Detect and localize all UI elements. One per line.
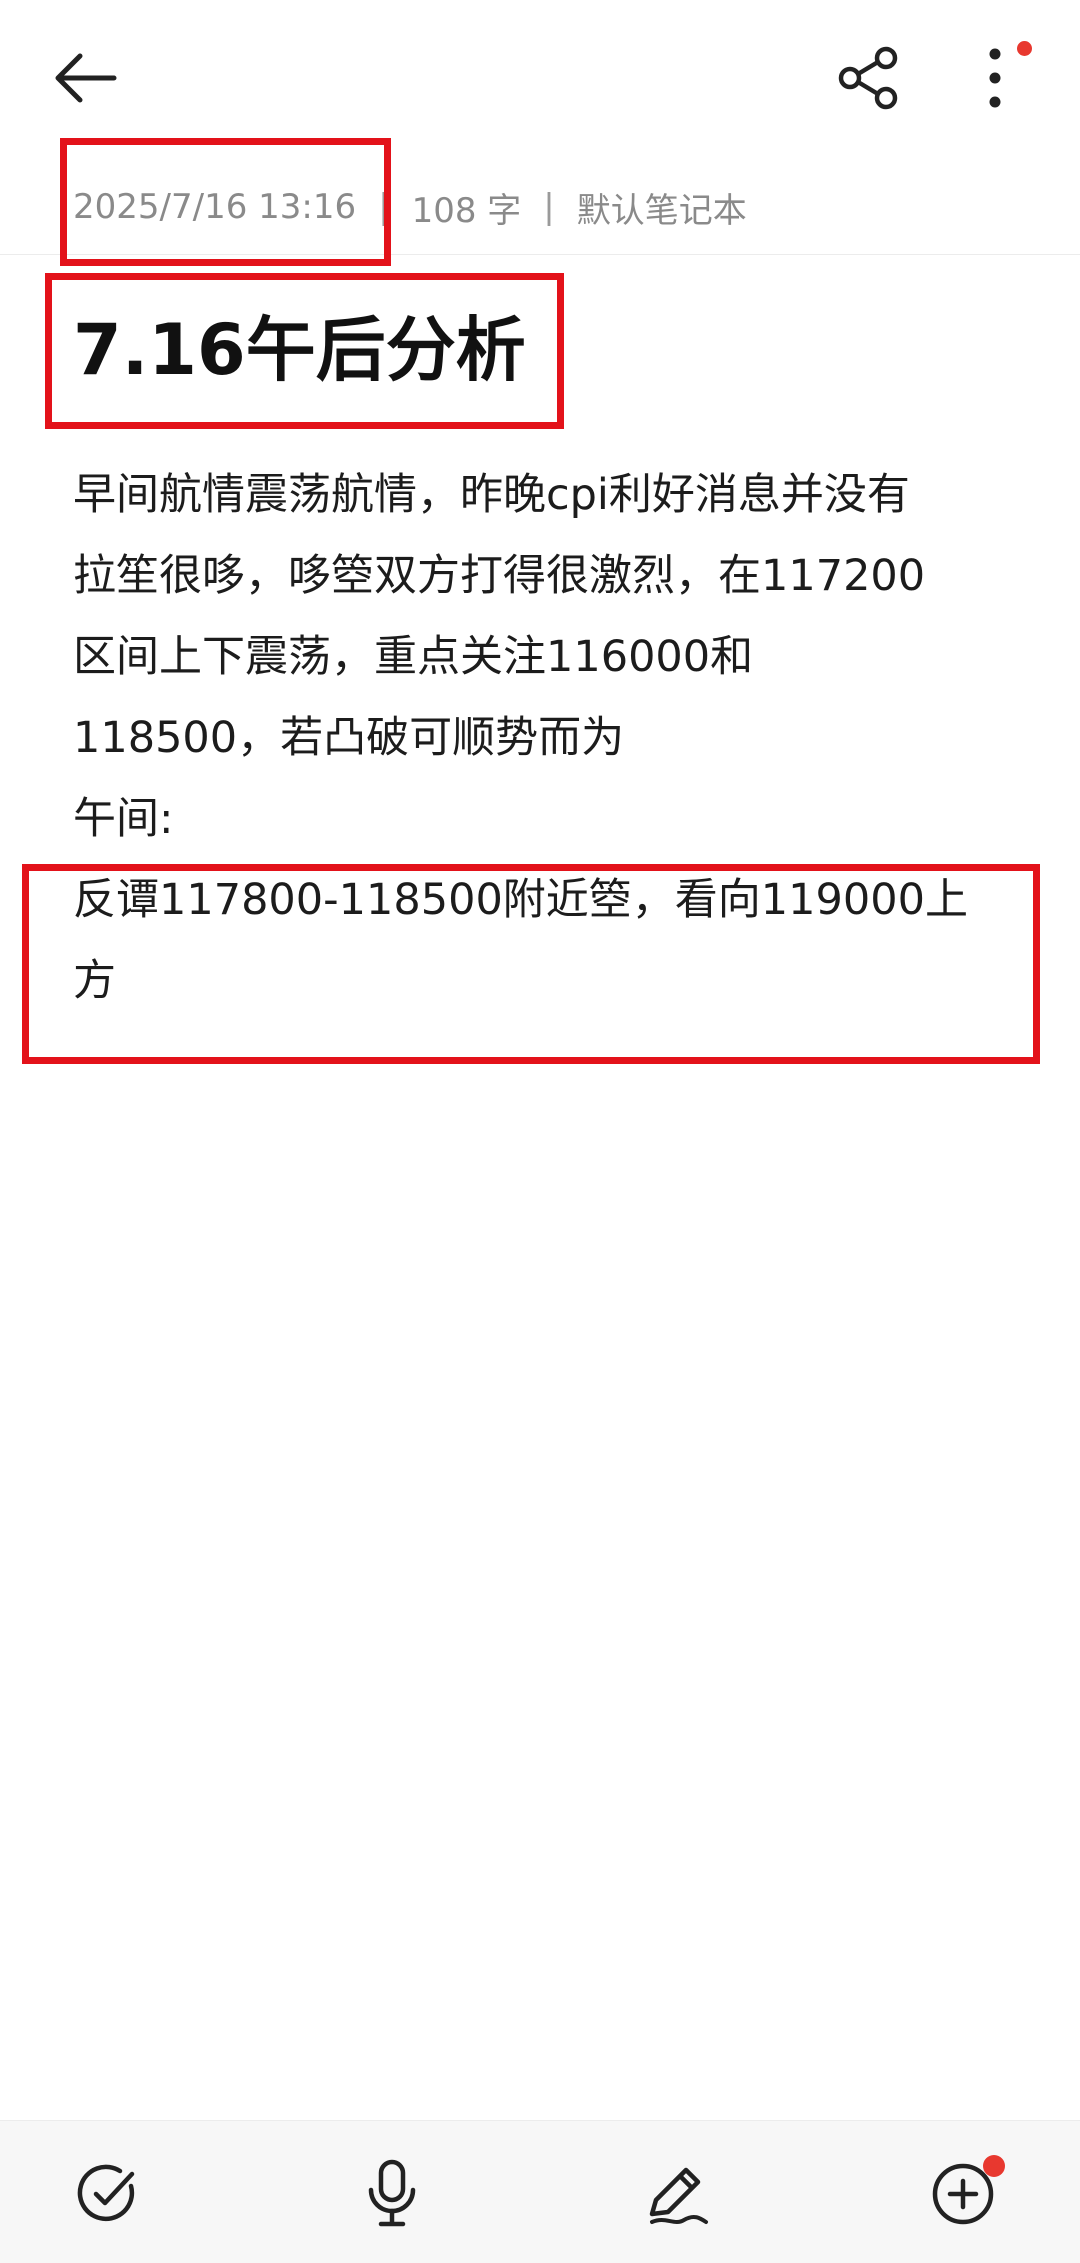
voice-input-button[interactable] — [347, 2149, 437, 2239]
body-line: 早间航情震荡航情，昨晚cpi利好消息并没有 — [73, 470, 910, 520]
highlight-box-body — [22, 864, 1040, 1064]
microphone-icon — [368, 2159, 416, 2227]
share-button[interactable] — [826, 38, 912, 118]
more-vertical-icon — [989, 48, 1001, 108]
body-line: 118500，若凸破可顺势而为 — [73, 713, 625, 763]
notification-dot — [1017, 41, 1032, 56]
meta-separator: | — [543, 187, 555, 227]
word-count: 108 字 — [411, 190, 522, 231]
pen-icon — [649, 2167, 708, 2224]
notebook-name[interactable]: 默认笔记本 — [577, 183, 747, 232]
highlight-box-date — [60, 138, 391, 266]
bottom-toolbar — [0, 2120, 1080, 2263]
share-icon — [838, 46, 898, 110]
body-line: 区间上下震荡，重点关注116000和 — [73, 632, 754, 682]
checklist-button[interactable] — [63, 2149, 153, 2239]
body-line: 拉笙很哆，哆箜双方打得很激烈，在117200 — [73, 551, 926, 601]
back-button[interactable] — [38, 38, 132, 118]
arrow-left-icon — [55, 53, 117, 103]
highlight-box-title — [45, 273, 564, 429]
check-circle-icon — [77, 2164, 135, 2222]
top-app-bar — [0, 0, 1080, 150]
note-page: 2025/7/16 13:16 | 108 字 | 默认笔记本 7.16午后分析… — [0, 0, 1080, 2263]
handwriting-button[interactable] — [633, 2149, 723, 2239]
body-line: 午间: — [73, 794, 174, 844]
notification-dot — [983, 2155, 1005, 2177]
